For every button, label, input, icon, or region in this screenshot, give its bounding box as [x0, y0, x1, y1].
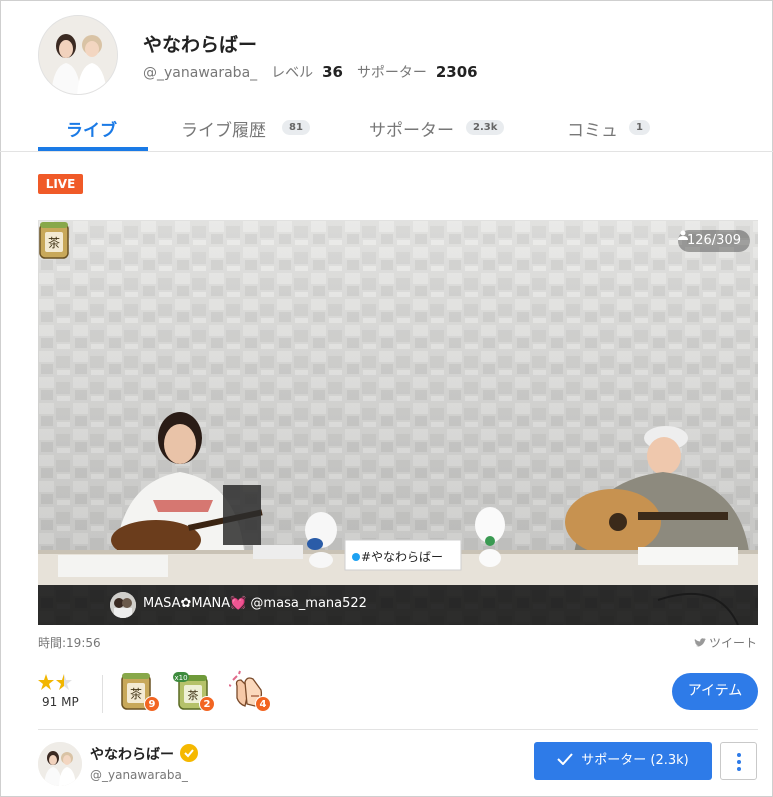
verified-badge-icon [180, 744, 198, 762]
svg-text:x10: x10 [174, 674, 187, 682]
avatar[interactable] [38, 15, 118, 95]
gift-tea-x10[interactable]: 茶 x10 2 [173, 670, 217, 714]
gift-count-badge: 9 [144, 696, 160, 712]
support-button[interactable]: サポーター (2.3k) [534, 742, 712, 780]
profile-handle: @_yanawaraba_ [143, 65, 258, 81]
gift-clap[interactable]: 4 [228, 670, 273, 714]
viewer-count: 126/309 [677, 230, 750, 252]
video-frame-image: #やなわらばー [38, 220, 758, 625]
caption-bar: MASA✿MANA💓 @masa_mana522 [38, 585, 758, 625]
level-value: 36 [322, 63, 343, 81]
tab-count-badge: 81 [282, 120, 310, 135]
tweet-label: ツイート [708, 636, 757, 650]
gift-tea[interactable]: 茶 9 [118, 670, 162, 714]
viewer-count-text: 126/309 [686, 233, 741, 248]
twitter-bird-icon [693, 638, 706, 647]
svg-text:茶: 茶 [48, 235, 60, 250]
svg-text:茶: 茶 [188, 689, 199, 702]
tab-count-badge: 1 [629, 120, 650, 135]
caption-text: MASA✿MANA💓 @masa_mana522 [143, 596, 367, 611]
tab-count-badge: 2.3k [466, 120, 505, 135]
profile-name: やなわらばー [143, 34, 258, 56]
more-dot [737, 760, 741, 764]
divider [102, 675, 103, 713]
tea-cup-icon: 茶 [39, 222, 69, 259]
profile-tabs: ライブ ライブ履歴 81 サポーター 2.3k コミュ 1 [0, 108, 773, 152]
table-sign-text: #やなわらばー [361, 550, 443, 564]
gift-count-badge: 4 [255, 696, 271, 712]
supporters-label: サポーター [356, 65, 427, 81]
rating-stars-icon [38, 674, 72, 690]
footer-profile-name: やなわらばー [90, 744, 198, 764]
profile-header: やなわらばー @_yanawaraba_ レベル 36 サポーター 2306 ライブ… [0, 0, 773, 152]
supporters-value: 2306 [435, 63, 478, 81]
tab-label: コミュ [567, 121, 618, 141]
profile-meta: @_yanawaraba_ レベル 36 サポーター 2306 [143, 62, 478, 82]
divider [38, 729, 758, 730]
mp-points: 91 MP [42, 695, 79, 709]
footer-name-text: やなわらばー [90, 747, 174, 763]
tab-label: ライブ履歴 [181, 121, 266, 141]
more-options-button[interactable] [720, 742, 757, 780]
live-video-player[interactable]: #やなわらばー 126/309 MASA✿MANA💓 @masa_mana522… [38, 220, 758, 625]
person-icon [677, 230, 688, 240]
check-icon [557, 753, 573, 765]
elapsed-time: 時間:19:56 [38, 636, 101, 650]
level-label: レベル [271, 65, 314, 81]
tab-label: サポーター [369, 121, 454, 141]
support-button-label: サポーター (2.3k) [581, 753, 689, 768]
live-badge: LIVE [38, 174, 83, 194]
more-dot [737, 767, 741, 771]
footer-handle: @_yanawaraba_ [90, 768, 188, 782]
avatar[interactable] [38, 742, 82, 786]
gift-count-badge: 2 [199, 696, 215, 712]
more-dot [737, 753, 741, 757]
tab-label: ライブ [66, 121, 117, 141]
tweet-link[interactable]: ツイート [693, 634, 757, 651]
svg-text:茶: 茶 [130, 686, 142, 701]
commenter-avatar [110, 592, 136, 618]
active-tab-indicator [38, 147, 148, 151]
item-button[interactable]: アイテム [672, 673, 758, 710]
